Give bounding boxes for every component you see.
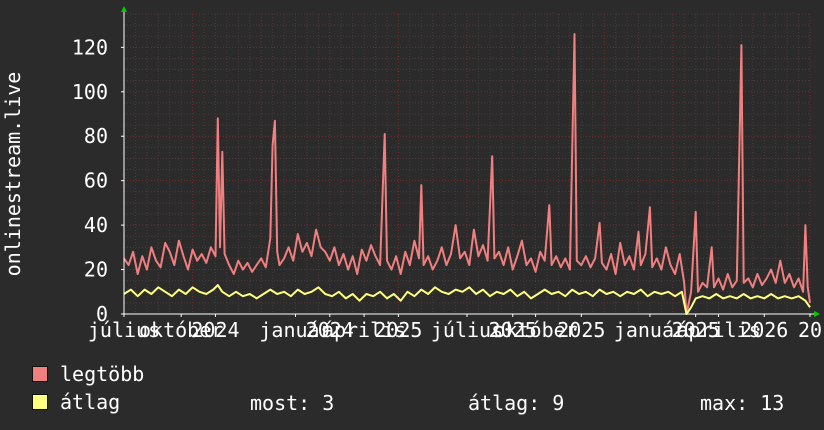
legend-label-max: legtöbb <box>60 362 145 386</box>
y-tick-label: 100 <box>72 80 108 104</box>
y-tick-label: 80 <box>84 124 108 148</box>
legend-swatch-avg <box>32 394 48 410</box>
y-axis-arrow <box>121 6 127 12</box>
x-tick-label: 2025 <box>557 318 605 342</box>
stat-max: max: 13 <box>700 391 785 415</box>
y-tick-label: 60 <box>84 169 108 193</box>
legend-item-avg: átlag <box>32 390 121 414</box>
x-tick-label: 2024 <box>191 318 239 342</box>
y-tick-label: 20 <box>84 258 108 282</box>
grid <box>123 13 811 315</box>
x-tick-label: 2026 <box>740 318 788 342</box>
legend-swatch-max <box>32 366 48 382</box>
x-tick-label: 2025 <box>374 318 422 342</box>
legend-label-avg: átlag <box>60 390 121 414</box>
stat-current: most: 3 <box>250 391 335 415</box>
y-axis-label: onlinestream.live <box>1 72 25 277</box>
x-ticks: júliusoktóber2024 január2024április2025 jú… <box>88 314 822 342</box>
x-tick-label: 20 <box>798 318 822 342</box>
stat-average: átlag: 9 <box>468 391 565 415</box>
y-tick-label: 40 <box>84 213 108 237</box>
y-ticks: 020406080100120 <box>72 35 124 326</box>
y-tick-label: 120 <box>72 35 108 59</box>
chart: 0 20 40 60 80 100 120 július október 2024 január 2… <box>0 0 824 430</box>
legend-item-max: legtöbb <box>32 362 145 386</box>
x-axis-arrow <box>814 311 820 317</box>
